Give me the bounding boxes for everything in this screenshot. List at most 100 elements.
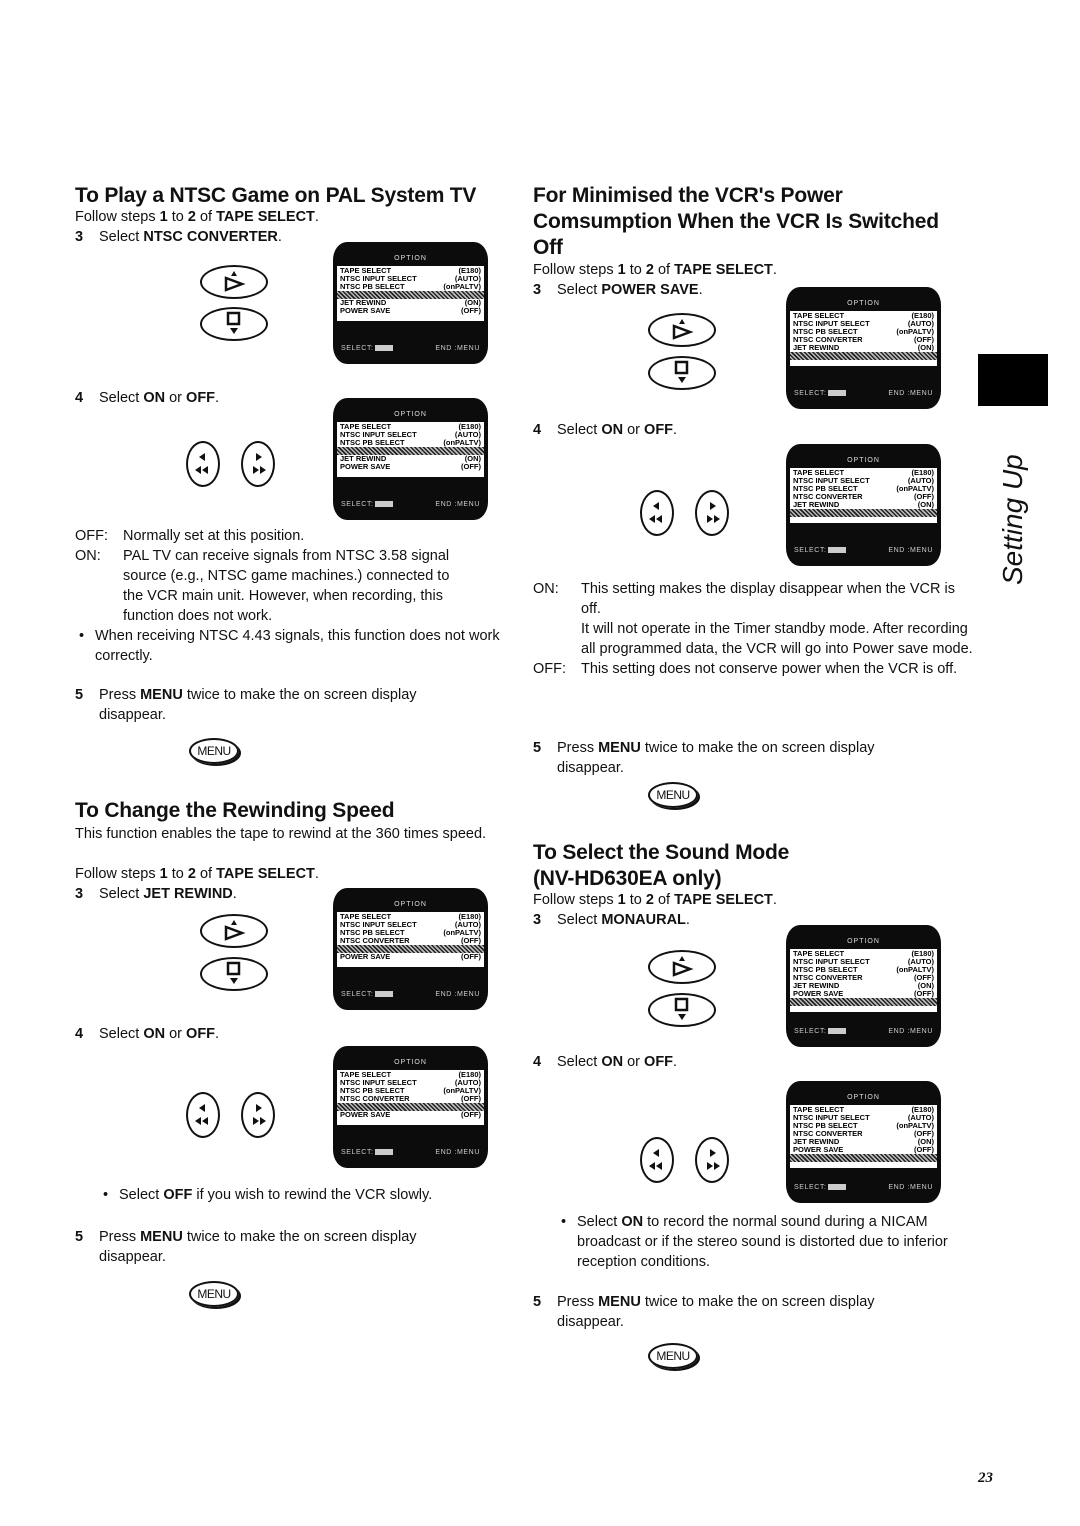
- definitions: OFF: Normally set at this position. ON: PA…: [75, 528, 500, 664]
- step-3: 3 Select POWER SAVE.: [533, 282, 703, 298]
- step-3: 3 Select NTSC CONVERTER.: [75, 229, 282, 245]
- up-play-button: [200, 914, 268, 948]
- section-title-power: For Minimised the VCR's Power Comsumptio…: [533, 184, 939, 259]
- osd-footer: SELECT: END :MENU: [341, 1149, 480, 1156]
- osd-menu-list: TAPE SELECT (E180) NTSC INPUT SELECT (AUTO)…: [337, 422, 484, 477]
- osd-menu-row-selected: MONAURAL (ON): [790, 1154, 937, 1162]
- osd-screen: OPTION TAPE SELECT (E180) NTSC INPUT SELECT…: [333, 398, 488, 520]
- fast-forward-button: [241, 1092, 275, 1138]
- osd-footer-select: SELECT:: [794, 1184, 846, 1191]
- up-play-button: [648, 950, 716, 984]
- stop-down-icon: [226, 961, 241, 984]
- select-arrows-icon: [374, 345, 393, 352]
- osd-row-value: (OFF): [461, 462, 481, 471]
- osd-row-value: (OFF): [461, 952, 481, 961]
- osd-title: OPTION: [394, 411, 427, 418]
- osd-footer: SELECT: END :MENU: [341, 501, 480, 508]
- section-title-sound: To Select the Sound Mode (NV-HD630EA onl…: [533, 841, 790, 890]
- osd-row-value: (ON): [918, 509, 934, 517]
- bullet-note: • Select OFF if you wish to rewind the VC…: [103, 1187, 433, 1203]
- osd-screen: OPTION TAPE SELECT (E180) NTSC INPUT SELECT…: [786, 287, 941, 409]
- osd-footer-select: SELECT:: [794, 547, 846, 554]
- section-tab-marker: [978, 354, 1048, 406]
- step-5: 5 Press MENU twice to make the on screen…: [75, 687, 417, 723]
- osd-footer: SELECT: END :MENU: [341, 345, 480, 352]
- follow-steps: Follow steps 1 to 2 of TAPE SELECT.: [533, 262, 777, 278]
- osd-footer-select: SELECT:: [341, 1149, 393, 1156]
- stop-down-icon: [674, 997, 689, 1020]
- osd-title: OPTION: [847, 457, 880, 464]
- intro-text: This function enables the tape to rewind…: [75, 826, 487, 842]
- osd-screen: OPTION TAPE SELECT (E180) NTSC INPUT SELECT…: [333, 888, 488, 1010]
- osd-footer-end: END :MENU: [888, 390, 933, 397]
- section-tab-label: Setting Up: [997, 454, 1028, 585]
- down-stop-button: [648, 993, 716, 1027]
- select-arrows-icon: [374, 991, 393, 998]
- osd-row-label: POWER SAVE: [340, 462, 391, 471]
- osd-row-label: POWER SAVE: [340, 306, 391, 315]
- osd-row-value: (OFF): [461, 1110, 481, 1119]
- osd-footer: SELECT: END :MENU: [794, 547, 933, 554]
- osd-menu-list: TAPE SELECT (E180) NTSC INPUT SELECT (AUTO)…: [790, 468, 937, 523]
- osd-row-label: POWER SAVE: [340, 952, 391, 961]
- up-play-button: [648, 313, 716, 347]
- rewind-button: [186, 441, 220, 487]
- select-arrows-icon: [827, 1184, 846, 1191]
- select-arrows-icon: [827, 1028, 846, 1035]
- fast-forward-icon: [253, 453, 266, 474]
- step-4: 4 Select ON or OFF.: [75, 390, 220, 406]
- play-up-icon: [672, 319, 694, 340]
- osd-footer: SELECT: END :MENU: [794, 1184, 933, 1191]
- osd-footer-end: END :MENU: [888, 1184, 933, 1191]
- osd-row-label: MONAURAL: [793, 1154, 837, 1162]
- osd-footer-select: SELECT:: [794, 1028, 846, 1035]
- step-5: 5 Press MENU twice to make the on screen…: [75, 1229, 417, 1265]
- osd-footer-end: END :MENU: [435, 991, 480, 998]
- menu-button: MENU: [648, 1343, 698, 1369]
- play-up-icon: [224, 271, 246, 292]
- page-number: 23: [978, 1470, 993, 1486]
- osd-menu-list: TAPE SELECT (E180) NTSC INPUT SELECT (AUTO)…: [790, 949, 937, 1012]
- osd-menu-list: TAPE SELECT (E180) NTSC INPUT SELECT (AUTO)…: [337, 1070, 484, 1125]
- osd-footer-select: SELECT:: [794, 390, 846, 397]
- rewind-icon: [195, 453, 208, 474]
- step-5: 5 Press MENU twice to make the on screen…: [533, 1294, 875, 1330]
- osd-menu-row-selected: POWER SAVE (OFF): [790, 352, 937, 360]
- select-arrows-icon: [827, 390, 846, 397]
- osd-menu-row-selected: MONAURAL (OFF): [790, 998, 937, 1006]
- osd-menu-list: TAPE SELECT (E180) NTSC INPUT SELECT (AUTO)…: [337, 912, 484, 967]
- osd-screen: OPTION TAPE SELECT (E180) NTSC INPUT SELECT…: [333, 242, 488, 364]
- fast-forward-button: [241, 441, 275, 487]
- osd-row-label: POWER SAVE: [793, 509, 843, 517]
- osd-footer-select: SELECT:: [341, 501, 393, 508]
- osd-title: OPTION: [847, 1094, 880, 1101]
- osd-footer: SELECT: END :MENU: [794, 390, 933, 397]
- osd-footer-select: SELECT:: [341, 991, 393, 998]
- osd-title: OPTION: [394, 1059, 427, 1066]
- osd-footer-end: END :MENU: [435, 501, 480, 508]
- step-4: 4 Select ON or OFF.: [75, 1026, 220, 1042]
- osd-row-value: (OFF): [914, 352, 934, 360]
- osd-footer: SELECT: END :MENU: [794, 1028, 933, 1035]
- select-arrows-icon: [374, 1149, 393, 1156]
- osd-footer-end: END :MENU: [888, 1028, 933, 1035]
- osd-row-label: POWER SAVE: [340, 1110, 391, 1119]
- section-title-ntsc-game: To Play a NTSC Game on PAL System TV: [75, 184, 477, 207]
- osd-menu-row: POWER SAVE (OFF): [340, 463, 481, 471]
- osd-screen: OPTION TAPE SELECT (E180) NTSC INPUT SELECT…: [786, 1081, 941, 1203]
- stop-down-icon: [226, 311, 241, 334]
- osd-menu-list: TAPE SELECT (E180) NTSC INPUT SELECT (AUTO)…: [790, 1105, 937, 1168]
- follow-steps: Follow steps 1 to 2 of TAPE SELECT.: [75, 866, 319, 882]
- fast-forward-icon: [253, 1104, 266, 1125]
- fast-forward-icon: [707, 1149, 720, 1170]
- step-4: 4 Select ON or OFF.: [533, 422, 678, 438]
- rewind-icon: [195, 1104, 208, 1125]
- osd-menu-row: POWER SAVE (OFF): [340, 1111, 481, 1119]
- select-arrows-icon: [827, 547, 846, 554]
- down-stop-button: [648, 356, 716, 390]
- down-stop-button: [200, 957, 268, 991]
- bullet-note: • Select ON to record the normal sound du…: [561, 1214, 948, 1270]
- osd-menu-list: TAPE SELECT (E180) NTSC INPUT SELECT (AUTO)…: [337, 266, 484, 321]
- menu-button: MENU: [189, 1281, 239, 1307]
- rewind-button: [640, 1137, 674, 1183]
